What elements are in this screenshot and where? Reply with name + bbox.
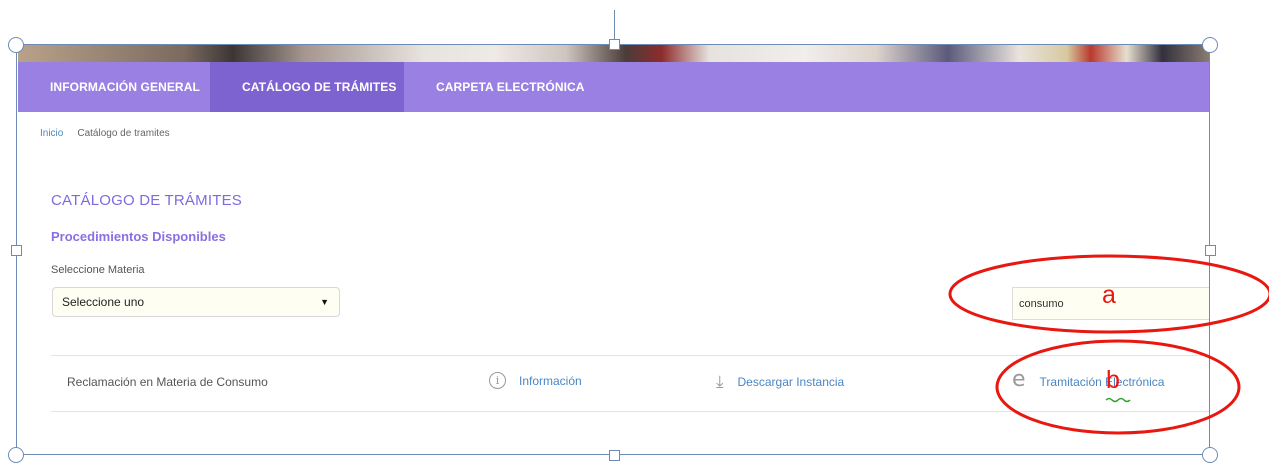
spell-squiggle [1105,397,1131,403]
annotation-a: a [1102,281,1116,309]
annotation-overlay [948,254,1269,435]
annotation-b: b [1106,366,1120,394]
